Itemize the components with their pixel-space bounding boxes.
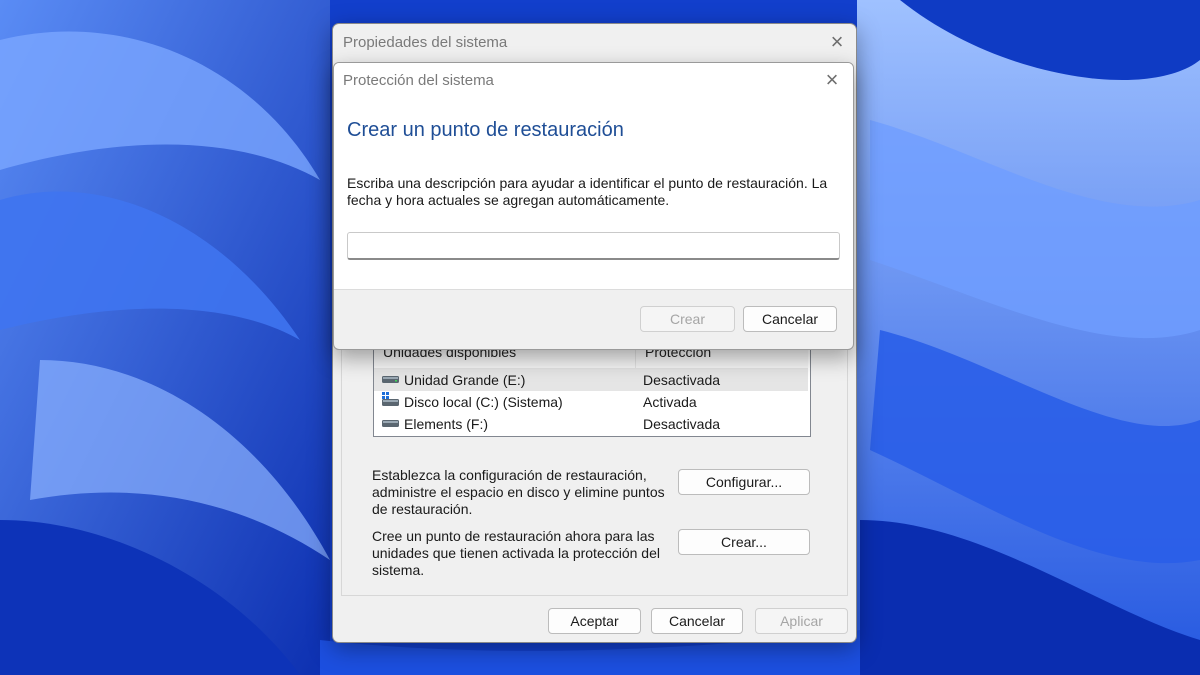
configure-description: Establezca la configuración de restaurac… [372, 467, 665, 517]
modal-content-area: Protección del sistema × Crear un punto … [334, 63, 853, 290]
close-icon[interactable]: × [823, 69, 841, 91]
drives-list[interactable]: Unidades disponibles Protección Unidad G… [373, 335, 811, 437]
drive-name: Unidad Grande (E:) [404, 372, 526, 388]
close-icon[interactable]: × [828, 31, 846, 53]
system-drive-icon [382, 392, 399, 406]
drive-protection-status: Desactivada [643, 372, 721, 388]
modal-description: Escriba una descripción para ayudar a id… [347, 175, 828, 208]
drive-name: Elements (F:) [404, 416, 489, 432]
modal-cancel-button[interactable]: Cancelar [743, 306, 837, 332]
drive-row-c[interactable]: Disco local (C:) (Sistema) Activada [374, 391, 808, 413]
drive-protection-status: Desactivada [643, 416, 721, 432]
ok-button[interactable]: Aceptar [548, 608, 641, 634]
modal-heading: Crear un punto de restauración [347, 119, 624, 141]
drive-name: Disco local (C:) (Sistema) [404, 394, 563, 410]
configure-button[interactable]: Configurar... [678, 469, 810, 495]
apply-button[interactable]: Aplicar [755, 608, 848, 634]
system-protection-modal: Protección del sistema × Crear un punto … [333, 62, 854, 350]
drive-row-e[interactable]: Unidad Grande (E:) Desactivada [374, 369, 808, 391]
cancel-button[interactable]: Cancelar [651, 608, 743, 634]
modal-title: Protección del sistema [343, 72, 494, 89]
system-protection-group: Unidades disponibles Protección Unidad G… [341, 324, 848, 596]
drive-protection-status: Activada [643, 394, 697, 410]
drive-icon [382, 420, 399, 427]
modal-create-button[interactable]: Crear [640, 306, 735, 332]
create-restore-point-button[interactable]: Crear... [678, 529, 810, 555]
dialog-title: Propiedades del sistema [343, 34, 508, 51]
restore-point-description-input[interactable] [347, 232, 840, 260]
drive-icon [382, 376, 399, 383]
drive-row-f[interactable]: Elements (F:) Desactivada [374, 413, 808, 435]
create-description: Cree un punto de restauración ahora para… [372, 528, 660, 578]
